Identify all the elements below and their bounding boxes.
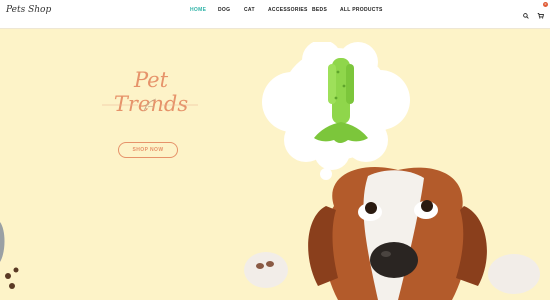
nav-beds[interactable]: BEDS: [312, 7, 327, 13]
food-bowl-image: [0, 222, 19, 289]
cart-count-badge: 0: [543, 2, 548, 7]
nav-home[interactable]: HOME: [190, 7, 206, 13]
nav-dog[interactable]: DOG: [218, 7, 230, 13]
beagle-dog-image: [244, 167, 540, 300]
nav-accessories[interactable]: ACCESSORIES: [268, 7, 308, 13]
header-icons: 0: [523, 2, 548, 24]
thought-bubble-toy-image: [262, 42, 410, 180]
logo[interactable]: Pets Shop: [6, 5, 51, 15]
cart-icon[interactable]: 0: [537, 2, 548, 24]
search-icon[interactable]: [523, 6, 529, 24]
nav-cat[interactable]: CAT: [244, 7, 255, 13]
nav-all-products[interactable]: ALL PRODUCTS: [340, 7, 383, 13]
top-navbar: Pets Shop HOME DOG CAT ACCESSORIES BEDS …: [0, 0, 550, 29]
shop-now-button[interactable]: SHOP NOW: [118, 142, 178, 158]
logo-text: Pets Shop: [6, 5, 52, 15]
title-divider-ornament: [102, 98, 198, 112]
